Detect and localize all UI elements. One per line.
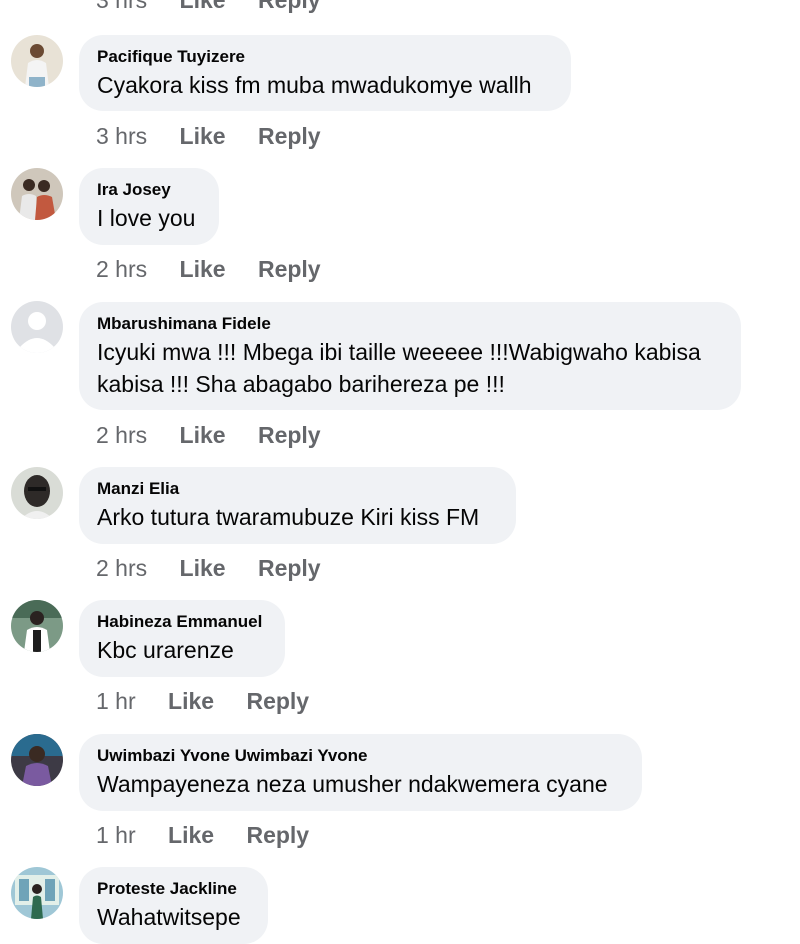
comment-text: Kbc urarenze: [97, 637, 234, 663]
comment-actions: 2 hrs Like Reply: [96, 421, 321, 449]
comment-bubble: Mbarushimana Fidele Icyuki mwa !!! Mbega…: [79, 302, 741, 410]
comment-time[interactable]: 1 hr: [96, 821, 136, 849]
comment-text: Icyuki mwa !!! Mbega ibi taille weeeee !…: [97, 339, 701, 397]
comment-text: Arko tutura twaramubuze Kiri kiss FM: [97, 504, 480, 530]
comment-time[interactable]: 3 hrs: [96, 0, 147, 14]
user-photo-avatar-icon[interactable]: [11, 734, 63, 786]
user-photo-avatar-icon[interactable]: [11, 35, 63, 87]
comment-actions: 3 hrs Like Reply: [96, 122, 321, 150]
reply-button[interactable]: Reply: [258, 554, 321, 582]
default-avatar-icon[interactable]: [11, 301, 63, 353]
comment-author[interactable]: Pacifique Tuyizere: [97, 47, 553, 67]
comment-bubble: Habineza Emmanuel Kbc urarenze: [79, 600, 285, 677]
comment-actions-top: 3 hrs Like Reply: [96, 0, 321, 14]
comment-bubble: Uwimbazi Yvone Uwimbazi Yvone Wampayenez…: [79, 734, 642, 811]
comment-time[interactable]: 2 hrs: [96, 255, 147, 283]
comment-text: Wahatwitsepe: [97, 904, 241, 930]
comment-actions: 1 hr Like Reply: [96, 687, 309, 715]
user-photo-avatar-icon[interactable]: [11, 600, 63, 652]
reply-button[interactable]: Reply: [258, 0, 321, 14]
comment-actions: 2 hrs Like Reply: [96, 554, 321, 582]
comment-author[interactable]: Proteste Jackline: [97, 879, 250, 899]
comment-bubble: Pacifique Tuyizere Cyakora kiss fm muba …: [79, 35, 571, 111]
comment-bubble: Manzi Elia Arko tutura twaramubuze Kiri …: [79, 467, 516, 544]
comment-bubble: Ira Josey I love you: [79, 168, 219, 245]
reply-button[interactable]: Reply: [246, 821, 309, 849]
comment-text: Cyakora kiss fm muba mwadukomye wallh: [97, 72, 532, 98]
like-button[interactable]: Like: [180, 122, 226, 150]
comment-author[interactable]: Ira Josey: [97, 180, 201, 200]
user-photo-avatar-icon[interactable]: [11, 168, 63, 220]
comment-time[interactable]: 2 hrs: [96, 554, 147, 582]
reply-button[interactable]: Reply: [258, 255, 321, 283]
comment-text: I love you: [97, 205, 196, 231]
like-button[interactable]: Like: [168, 821, 214, 849]
comment-time[interactable]: 2 hrs: [96, 421, 147, 449]
like-button[interactable]: Like: [180, 0, 226, 14]
comment-text: Wampayeneza neza umusher ndakwemera cyan…: [97, 771, 608, 797]
like-button[interactable]: Like: [180, 421, 226, 449]
comment-time[interactable]: 3 hrs: [96, 122, 147, 150]
comment-actions: 2 hrs Like Reply: [96, 255, 321, 283]
user-photo-avatar-icon[interactable]: [11, 467, 63, 519]
comment-time[interactable]: 1 hr: [96, 687, 136, 715]
like-button[interactable]: Like: [168, 687, 214, 715]
comment-bubble: Proteste Jackline Wahatwitsepe: [79, 867, 268, 944]
comment-author[interactable]: Manzi Elia: [97, 479, 498, 499]
user-photo-avatar-icon[interactable]: [11, 867, 63, 919]
comment-actions: 1 hr Like Reply: [96, 821, 309, 849]
like-button[interactable]: Like: [180, 255, 226, 283]
comment-author[interactable]: Uwimbazi Yvone Uwimbazi Yvone: [97, 746, 624, 766]
like-button[interactable]: Like: [180, 554, 226, 582]
reply-button[interactable]: Reply: [246, 687, 309, 715]
reply-button[interactable]: Reply: [258, 122, 321, 150]
comment-author[interactable]: Habineza Emmanuel: [97, 612, 267, 632]
comment-author[interactable]: Mbarushimana Fidele: [97, 314, 723, 334]
reply-button[interactable]: Reply: [258, 421, 321, 449]
